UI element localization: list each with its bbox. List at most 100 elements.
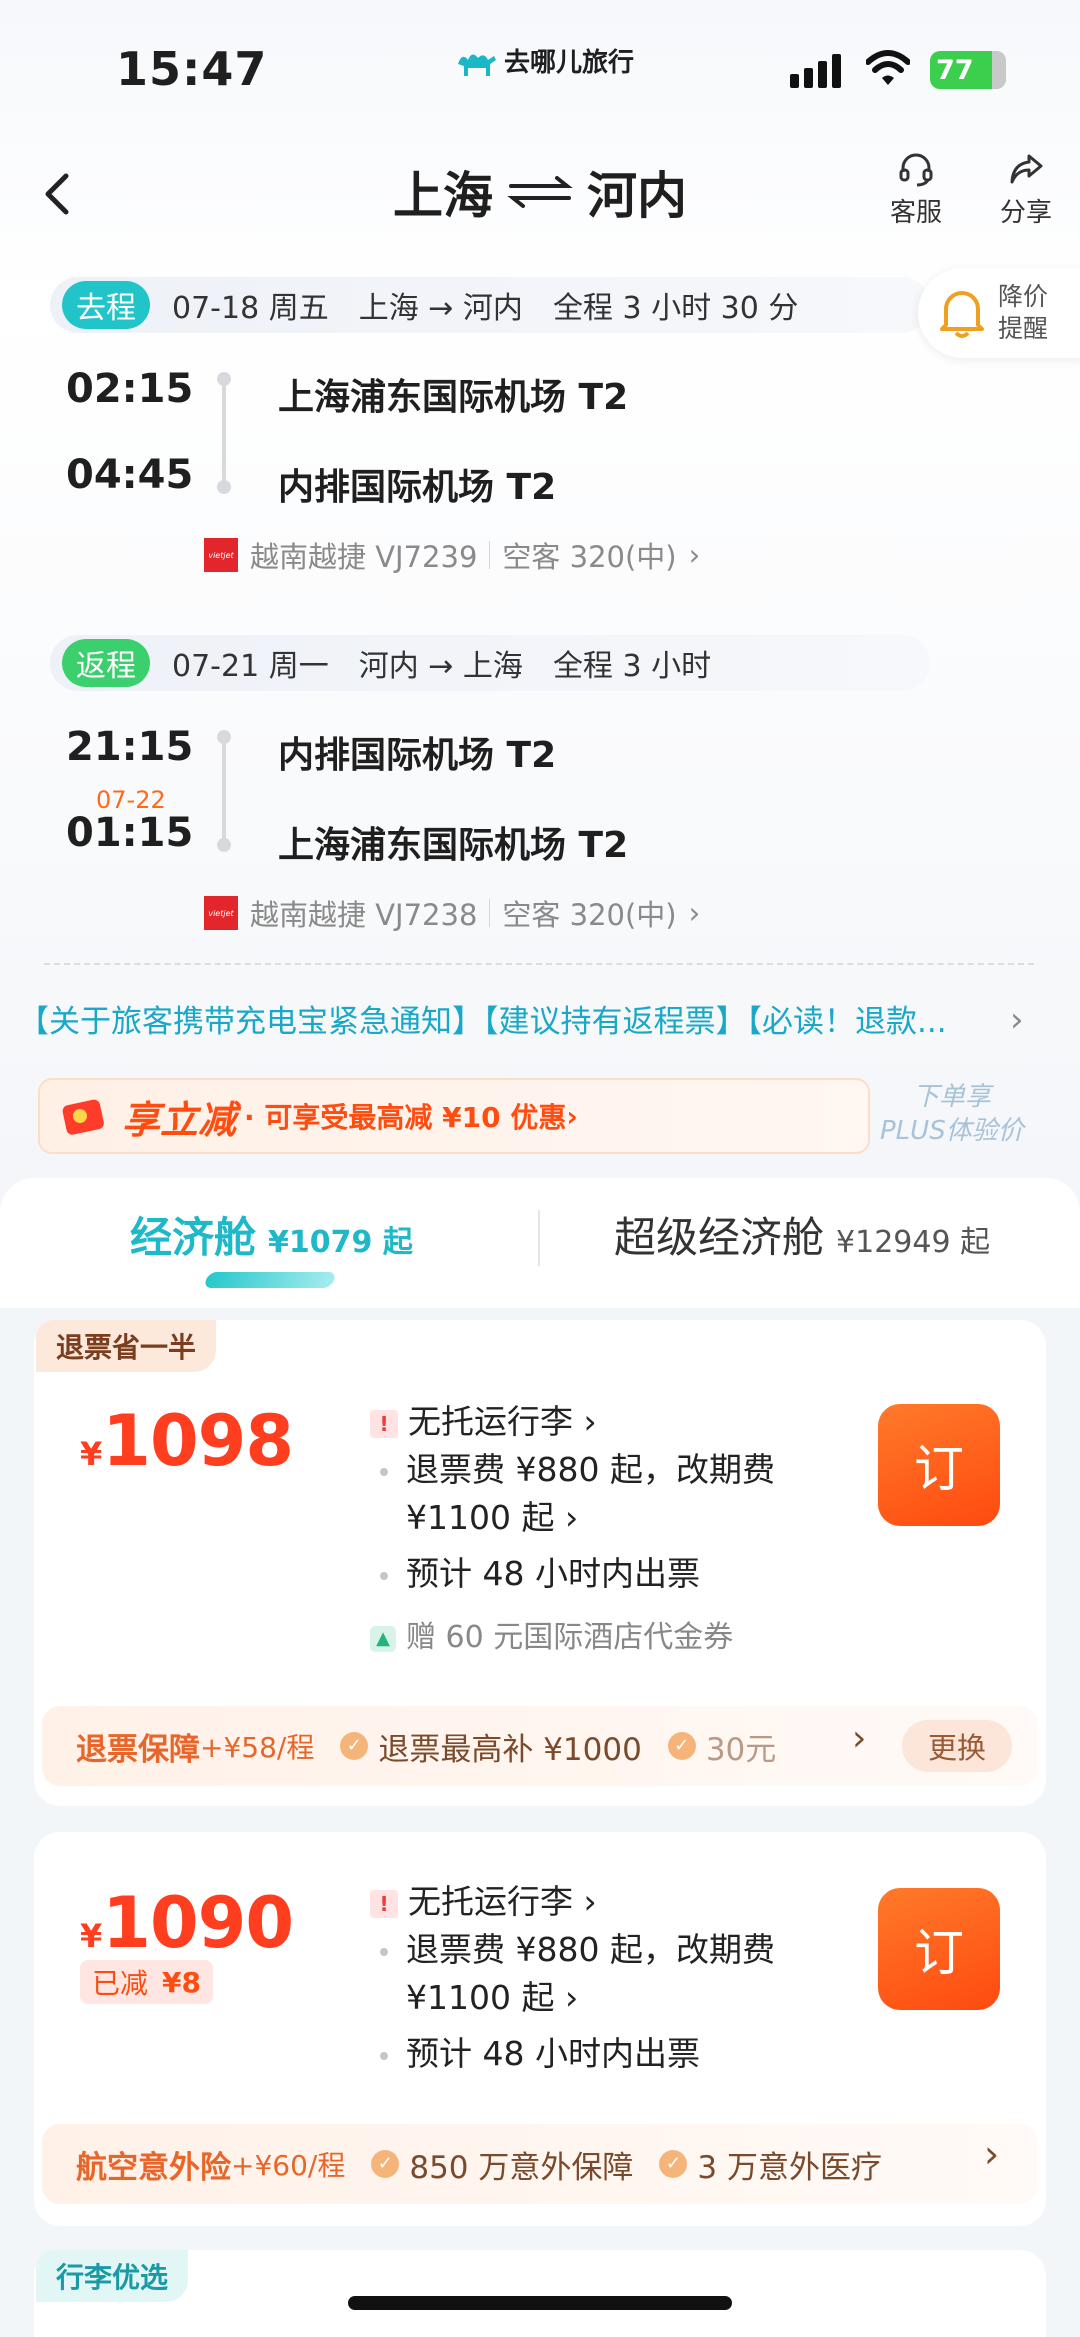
timeline-line [222,384,226,484]
bell-icon [940,291,984,338]
timeline-dot [217,480,231,494]
tab-economy-name: 经济舱 [130,1213,257,1262]
customer-service-button[interactable]: 客服 [890,150,942,229]
instant-discount-banner[interactable]: 享立减 · 可享受最高减 ¥10 优惠 › [38,1078,870,1154]
refund-rule-cont[interactable]: ¥1100 起 › [370,1974,870,2022]
addon-item: 850 万意外保障 [409,2149,634,2186]
price-alert-line1: 降价 [998,282,1049,311]
origin-city: 上海 [393,167,493,225]
app-brand-text: 去哪儿旅行 [504,48,635,78]
return-arrival-time: 01:15 [66,810,194,856]
outbound-arrival-time: 04:45 [66,452,194,498]
battery-indicator: 77 [930,51,1006,89]
price-alert-button[interactable]: 降价 提醒 [918,268,1080,358]
fare-features: ! 无托运行李 › 退票费 ¥880 起，改期费 ¥1100 起 › 预计 48 … [370,1398,870,1656]
divider [44,963,1034,965]
outbound-flight-info[interactable]: vietjet 越南越捷 VJ7239 空客 320(中) › [204,534,700,576]
book-button[interactable]: 订 [878,1404,1000,1526]
addon-item: 退票最高补 ¥1000 [378,1731,642,1768]
check-icon: ✓ [371,2150,400,2178]
fare-ribbon: 行李优选 [36,2250,189,2302]
return-route: 河内 → 上海 [358,649,523,684]
check-icon: ✓ [340,1732,369,1760]
outbound-tag: 去程 [62,281,150,329]
tab-premium-economy[interactable]: 超级经济舱 ¥12949 起 [614,1204,990,1265]
check-icon: ✓ [659,2150,688,2178]
plus-price-hint[interactable]: 下单享 PLUS体验价 [880,1080,1024,1148]
thumb-up-icon: ▲ [370,1625,396,1652]
tab-active-indicator [203,1272,337,1288]
share-button[interactable]: 分享 [1000,150,1052,229]
return-airline: 越南越捷 VJ7238 [250,898,478,932]
wifi-icon [866,50,910,85]
share-label: 分享 [1000,198,1053,228]
outbound-arrival-airport: 内排国际机场 T2 [278,467,557,508]
baggage-rule[interactable]: ! 无托运行李 › [370,1878,870,1926]
cellular-signal-icon [790,52,841,88]
swap-arrows-icon[interactable] [507,172,573,212]
change-addon-button[interactable]: 更换 [902,1720,1012,1772]
destination-city: 河内 [587,167,687,225]
fare-features: ! 无托运行李 › 退票费 ¥880 起，改期费 ¥1100 起 › 预计 48 … [370,1878,870,2078]
return-arrival-airport: 上海浦东国际机场 T2 [278,825,629,866]
price-alert-line2: 提醒 [998,314,1049,343]
headset-icon [899,153,933,187]
chevron-right-icon[interactable]: › [852,1718,866,1759]
ticketing-time: 预计 48 小时内出票 [370,1550,870,1598]
customer-service-label: 客服 [890,198,943,228]
outbound-airline: 越南越捷 VJ7239 [250,540,478,574]
tab-economy-price: ¥1079 起 [268,1225,413,1260]
fare-card: 行李优选 [34,2250,1046,2337]
return-flight-info[interactable]: vietjet 越南越捷 VJ7238 空客 320(中) › [204,892,700,934]
check-icon: ✓ [667,1732,696,1760]
addon-title: 退票保障 [76,1731,200,1768]
timeline-dot [217,838,231,852]
fare-price: ¥ 1090 [80,1882,294,1964]
app-brand: 去哪儿旅行 [454,42,634,79]
camel-logo-icon [458,53,496,76]
return-summary: 返程 07-21 周一 河内 → 上海 全程 3 小时 [50,635,930,691]
plus-line2: PLUS体验价 [880,1116,1024,1146]
chevron-right-icon[interactable]: › [984,2132,999,2176]
chevron-right-icon: › [688,538,701,572]
discount-amount: ¥8 [162,1965,201,1999]
plus-line1: 下单享 [912,1082,991,1112]
return-departure-time: 21:15 [66,724,194,770]
tab-premium-economy-name: 超级经济舱 [614,1213,825,1262]
refund-rule[interactable]: 退票费 ¥880 起，改期费 [370,1446,870,1494]
addon-price: +¥58/程 [200,1731,315,1764]
refund-rule[interactable]: 退票费 ¥880 起，改期费 [370,1926,870,1974]
accident-insurance-addon[interactable]: 航空意外险 +¥60/程 ✓ 850 万意外保障 ✓ 3 万意外医疗 [42,2124,1038,2204]
warning-icon: ! [370,1889,398,1918]
battery-level: 77 [936,54,974,86]
vietjet-logo: vietjet [204,896,238,930]
notice-chevron-icon[interactable]: › [1010,1000,1024,1040]
outbound-summary: 去程 07-18 周五 上海 → 河内 全程 3 小时 30 分 [50,277,930,333]
timeline-line [222,742,226,842]
refund-rule-cont[interactable]: ¥1100 起 › [370,1494,870,1542]
red-envelope-icon [62,1099,104,1135]
home-indicator [348,2296,732,2310]
share-icon [1010,154,1043,184]
fare-card: ¥ 1090 已减 ¥8 ! 无托运行李 › 退票费 ¥880 起，改期费 ¥11… [34,1832,1046,2226]
currency-symbol: ¥ [80,1435,103,1473]
outbound-aircraft: 空客 320(中) [502,540,677,574]
tab-economy[interactable]: 经济舱 ¥1079 起 [130,1204,413,1265]
tab-divider [538,1210,540,1266]
status-time: 15:47 [116,42,268,96]
outbound-date: 07-18 周五 [172,291,329,326]
book-button[interactable]: 订 [878,1888,1000,2010]
fare-price: ¥ 1098 [80,1400,294,1482]
baggage-rule[interactable]: ! 无托运行李 › [370,1398,870,1446]
warning-icon: ! [370,1409,398,1438]
return-departure-airport: 内排国际机场 T2 [278,735,557,776]
promo-detail: · 可享受最高减 ¥10 优惠 [244,1101,567,1134]
notice-banner[interactable]: 【关于旅客携带充电宝紧急通知】【建议持有返程票】【必读！退款... [18,996,1028,1041]
discount-label: 已减 [92,1967,149,2000]
return-duration: 全程 3 小时 [552,649,712,684]
currency-symbol: ¥ [80,1917,103,1955]
chevron-right-icon: › [688,896,701,930]
return-date: 07-21 周一 [172,649,329,684]
tab-premium-economy-price: ¥12949 起 [836,1225,991,1260]
refund-protection-addon[interactable]: 退票保障 +¥58/程 ✓ 退票最高补 ¥1000 ✓ 30元 [42,1706,1038,1786]
